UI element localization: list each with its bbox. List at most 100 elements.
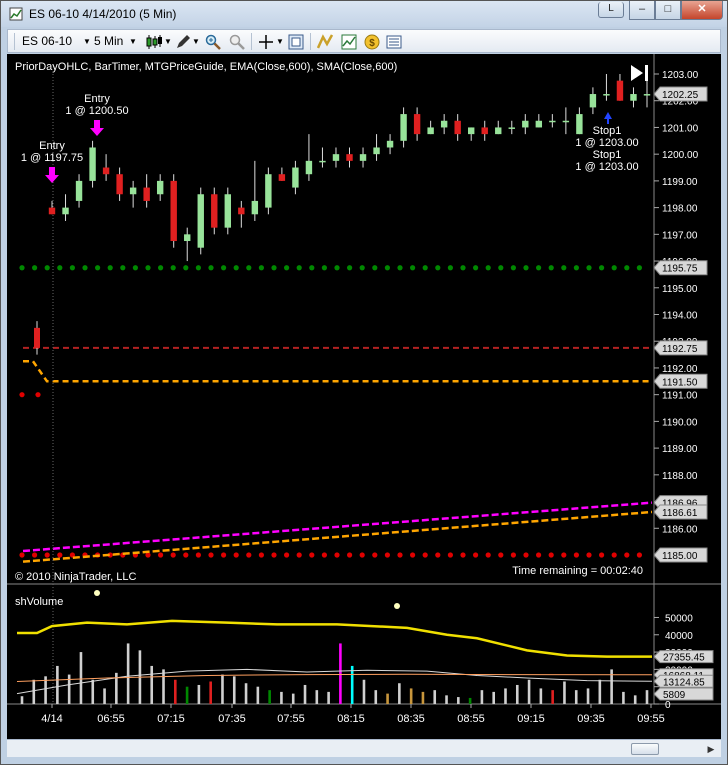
price-tick-label: 1203.00 (662, 70, 699, 81)
maximize-button[interactable]: □ (655, 1, 681, 20)
prior-open-dot (498, 265, 504, 271)
prior-low-dot (334, 552, 340, 558)
indicators-icon[interactable] (341, 34, 357, 50)
horizontal-scrollbar[interactable]: ▶ (7, 739, 721, 757)
prior-low-dot (296, 552, 302, 558)
candle-body (373, 147, 380, 155)
volume-label-text: 27355.45 (663, 653, 705, 664)
prior-open-dot (284, 265, 290, 271)
candle-body (427, 127, 434, 135)
prior-low-dot (183, 552, 189, 558)
prior-open-dot (510, 265, 516, 271)
candle-body (184, 234, 191, 242)
prior-open-dot (107, 265, 113, 271)
close-button[interactable]: ✕ (681, 1, 723, 20)
prior-open-dot (410, 265, 416, 271)
volume-bar (126, 643, 130, 704)
prior-open-dot (422, 265, 428, 271)
prior-open-dot (523, 265, 529, 271)
candle-body (34, 327, 40, 348)
volume-bar (457, 697, 460, 704)
drawing-dropdown-icon[interactable]: ▼ (192, 33, 200, 50)
prior-open-dot (384, 265, 390, 271)
candle-body (62, 207, 69, 215)
interval-dropdown-icon[interactable]: ▼ (129, 33, 137, 50)
prior-open-dot (170, 265, 176, 271)
prior-open-dot (321, 265, 327, 271)
candle-body (265, 174, 272, 208)
prior-open-dot (447, 265, 453, 271)
candle-body (156, 180, 164, 195)
volume-bar (256, 686, 260, 704)
volume-bar (598, 679, 602, 704)
candle-body (562, 120, 570, 123)
time-remaining-label: Time remaining = 00:02:40 (512, 565, 643, 577)
play-forward-icon[interactable] (631, 65, 643, 81)
volume-average-yellow (17, 619, 652, 658)
zoom-in-icon[interactable] (205, 34, 221, 50)
prior-low-dot (435, 552, 441, 558)
time-axis[interactable]: 4/14 06:55 07:15 07:35 07:55 08:15 08:35 08:55 0… (41, 704, 665, 725)
prior-open-dot (145, 265, 151, 271)
prior-open-dot (586, 265, 592, 271)
volume-bar (445, 695, 448, 704)
candle-body (143, 187, 150, 201)
prior-low-dot (599, 552, 605, 558)
candle-body (359, 154, 367, 161)
prior-low-dot (636, 552, 643, 558)
price-label-text: 1185.00 (662, 551, 698, 562)
prior-low-dot (447, 552, 453, 558)
interval-selector[interactable]: 5 Min (94, 33, 123, 50)
prior-low-dot (410, 552, 416, 558)
strategies-icon[interactable] (317, 34, 333, 50)
stop-arrow-icon (604, 112, 612, 124)
prior-low-dot (44, 552, 50, 558)
price-axis[interactable]: 1203.001202.001201.001200.001199.001198.… (654, 70, 699, 562)
prior-open-dot (120, 265, 126, 271)
ninjatrader-app-icon (9, 7, 23, 21)
price-label-text: 1186.61 (662, 508, 698, 519)
properties-icon[interactable] (386, 34, 402, 50)
volume-bar (515, 684, 519, 704)
candlestick-style-icon[interactable] (145, 34, 163, 50)
price-chart[interactable]: PriorDayOHLC, BarTimer, MTGPriceGuide, E… (7, 54, 721, 739)
prior-open-dot (460, 265, 466, 271)
price-label-text: 1195.75 (662, 264, 698, 275)
candle-body (603, 94, 610, 96)
volume-bar (586, 688, 590, 704)
volume-bar (56, 665, 59, 704)
scroll-thumb[interactable] (631, 743, 659, 755)
instrument-dropdown-icon[interactable]: ▼ (83, 33, 91, 50)
prior-low-dot (397, 552, 403, 558)
volume-bar (504, 688, 507, 704)
stop1-detail: 1 @ 1203.00 (575, 137, 638, 149)
data-box-icon[interactable] (288, 34, 304, 50)
link-button[interactable]: L (598, 2, 624, 18)
candle-body (386, 140, 394, 148)
prior-low-dot (309, 552, 315, 558)
end-bar-icon[interactable] (645, 65, 648, 81)
candle-body (440, 120, 448, 128)
prior-low-dot (624, 552, 630, 558)
volume-bar (362, 679, 366, 704)
svg-text:$: $ (369, 38, 375, 49)
dollar-icon[interactable]: $ (364, 34, 380, 50)
instrument-selector[interactable]: ES 06-10 (22, 33, 72, 50)
title-bar[interactable]: ES 06-10 4/14/2010 (5 Min) L – □ ✕ (1, 1, 727, 27)
price-label-text: 1192.75 (662, 344, 698, 355)
crosshair-dropdown-icon[interactable]: ▼ (276, 33, 284, 50)
minimize-button[interactable]: – (629, 1, 655, 20)
toolbar-grip (14, 33, 15, 50)
volume-bar (468, 697, 472, 704)
chart-panel[interactable]: PriorDayOHLC, BarTimer, MTGPriceGuide, E… (7, 54, 721, 739)
prior-open-dot (435, 265, 441, 271)
scroll-right-icon[interactable]: ▶ (705, 743, 717, 755)
volume-bar (103, 688, 106, 704)
volume-bar (268, 690, 271, 704)
zoom-out-icon[interactable] (229, 34, 245, 50)
drawing-pencil-icon[interactable] (175, 34, 191, 50)
crosshair-icon[interactable] (258, 34, 274, 50)
price-tick-label: 1186.00 (662, 524, 698, 535)
prior-low-dot (586, 552, 592, 558)
style-dropdown-icon[interactable]: ▼ (164, 33, 172, 50)
